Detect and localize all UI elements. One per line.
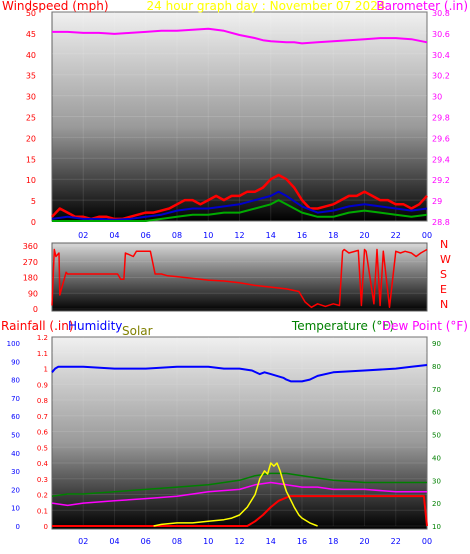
- rainfall-axis-label: Rainfall (.in): [1, 319, 74, 333]
- rainfall-tick-label: 0.9: [37, 381, 48, 389]
- rainfall-tick-label: 1.1: [37, 350, 48, 358]
- temperature-tick-label: 20: [432, 500, 441, 508]
- rainfall-tick-label: 1: [44, 366, 48, 374]
- barometer-tick-label: 29.2: [432, 176, 450, 185]
- rainfall-tick-label: 0.3: [37, 476, 48, 484]
- direction-tick-label: 90: [28, 289, 38, 298]
- time-tick-label: 10: [203, 537, 213, 546]
- time-tick-label: 22: [391, 231, 401, 240]
- time-tick-label: 14: [266, 537, 276, 546]
- time-tick-label: 12: [234, 231, 244, 240]
- time-tick-label: 20: [359, 537, 369, 546]
- time-tick-label: 20: [359, 231, 369, 240]
- wind-tick-label: 20: [26, 134, 36, 143]
- temperature-tick-label: 40: [432, 454, 441, 462]
- humidity-tick-label: 20: [11, 486, 20, 494]
- temperature-tick-label: 80: [432, 363, 441, 371]
- time-tick-label: 04: [109, 537, 119, 546]
- wind-tick-label: 25: [26, 114, 36, 123]
- barometer-tick-label: 29: [432, 197, 442, 206]
- compass-tick-label: S: [440, 268, 447, 281]
- compass-tick-label: N: [440, 298, 448, 311]
- wind-tick-label: 50: [26, 9, 36, 18]
- humidity-tick-label: 80: [11, 377, 20, 385]
- temperature-tick-label: 90: [432, 340, 441, 348]
- barometer-tick-label: 30.6: [432, 30, 450, 39]
- barometer-tick-label: 29.8: [432, 114, 450, 123]
- time-tick-label: 08: [172, 537, 182, 546]
- humidity-axis-label: Humidity: [68, 319, 122, 333]
- wind-tick-label: 35: [26, 72, 36, 81]
- humidity-tick-label: 70: [11, 395, 20, 403]
- barometer-tick-label: 30.2: [432, 72, 450, 81]
- wind-tick-label: 15: [26, 155, 36, 164]
- compass-tick-label: N: [440, 238, 448, 251]
- time-tick-label: 02: [78, 537, 88, 546]
- direction-tick-label: 360: [23, 242, 38, 251]
- time-tick-label: 14: [266, 231, 276, 240]
- humidity-tick-label: 60: [11, 413, 20, 421]
- humidity-tick-label: 50: [11, 432, 20, 440]
- time-tick-label: 18: [328, 231, 338, 240]
- direction-tick-label: 0: [33, 305, 38, 314]
- dewpoint-label: Dew Point (°F): [382, 319, 468, 333]
- time-tick-label: 02: [78, 231, 88, 240]
- humidity-tick-label: 40: [11, 450, 20, 458]
- temperature-tick-label: 30: [432, 477, 441, 485]
- rainfall-tick-label: 0.7: [37, 413, 48, 421]
- temperature-axis-label: Temperature (°F): [291, 319, 394, 333]
- time-tick-label: 00: [422, 537, 432, 546]
- time-tick-label: 06: [141, 231, 151, 240]
- time-tick-label: 18: [328, 537, 338, 546]
- weather-graph: Windspeed (mph) 24 hour graph day : Nove…: [1, 0, 468, 546]
- humidity-tick-label: 30: [11, 468, 20, 476]
- wind-tick-label: 45: [26, 30, 36, 39]
- wind-tick-label: 40: [26, 51, 36, 60]
- temperature-tick-label: 50: [432, 432, 441, 440]
- direction-tick-label: 180: [23, 274, 38, 283]
- rainfall-tick-label: 0.4: [37, 460, 49, 468]
- rainfall-tick-label: 0.6: [37, 429, 49, 437]
- rainfall-tick-label: 0.2: [37, 492, 48, 500]
- barometer-tick-label: 30.8: [432, 9, 450, 18]
- windspeed-axis-label: Windspeed (mph): [2, 0, 109, 13]
- temperature-tick-label: 10: [432, 523, 441, 531]
- barometer-tick-label: 29.4: [432, 155, 450, 164]
- wind-tick-label: 0: [31, 218, 36, 227]
- time-tick-label: 00: [422, 231, 432, 240]
- compass-tick-label: W: [440, 253, 451, 266]
- barometer-tick-label: 30.4: [432, 51, 450, 60]
- barometer-tick-label: 30: [432, 93, 442, 102]
- wind-tick-label: 30: [26, 93, 36, 102]
- compass-tick-label: E: [440, 283, 447, 296]
- barometer-tick-label: 29.6: [432, 134, 450, 143]
- time-tick-label: 16: [297, 537, 307, 546]
- wind-tick-label: 10: [26, 176, 36, 185]
- barometer-tick-label: 28.8: [432, 218, 450, 227]
- direction-tick-label: 270: [23, 258, 38, 267]
- time-tick-label: 12: [234, 537, 244, 546]
- rainfall-tick-label: 1.2: [37, 334, 48, 342]
- time-tick-label: 08: [172, 231, 182, 240]
- time-tick-label: 16: [297, 231, 307, 240]
- rainfall-tick-label: 0.5: [37, 444, 48, 452]
- rainfall-tick-label: 0.1: [37, 507, 48, 515]
- solar-label: Solar: [122, 324, 153, 338]
- humidity-tick-label: 0: [16, 523, 20, 531]
- rainfall-tick-label: 0.8: [37, 397, 48, 405]
- wind-tick-label: 5: [31, 197, 36, 206]
- time-tick-label: 10: [203, 231, 213, 240]
- barometer-axis-label: Barometer (.in): [376, 0, 468, 13]
- humidity-tick-label: 10: [11, 505, 20, 513]
- time-tick-label: 04: [109, 231, 119, 240]
- temperature-tick-label: 70: [432, 386, 441, 394]
- time-tick-label: 06: [141, 537, 151, 546]
- humidity-tick-label: 100: [7, 340, 20, 348]
- humidity-tick-label: 90: [11, 358, 20, 366]
- temperature-tick-label: 60: [432, 409, 441, 417]
- time-tick-label: 22: [391, 537, 401, 546]
- rainfall-tick-label: 0: [44, 523, 48, 531]
- chart-title: 24 hour graph day : November 07 2024: [147, 0, 386, 13]
